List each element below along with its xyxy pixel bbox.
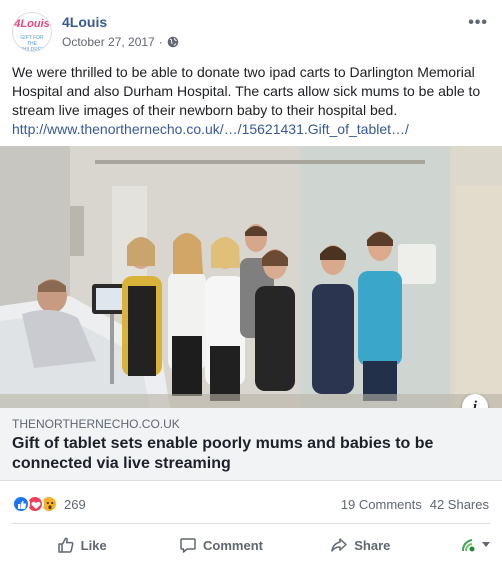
action-divider	[12, 523, 490, 524]
audience-selector[interactable]	[430, 536, 490, 554]
page-name-link[interactable]: 4Louis	[62, 14, 107, 30]
like-label: Like	[80, 537, 107, 553]
avatar-logo-subtext: GIFT FOR THE CHILDREN	[19, 35, 45, 52]
like-icon	[57, 537, 74, 553]
reaction-count[interactable]: 269	[64, 497, 86, 512]
link-preview-card[interactable]: THENORTHERNECHO.CO.UK Gift of tablet set…	[0, 408, 502, 481]
page-avatar[interactable]: 4Louis GIFT FOR THE CHILDREN	[12, 12, 52, 52]
like-reaction-icon	[12, 495, 30, 513]
more-options-icon[interactable]: •••	[468, 14, 488, 32]
facebook-post: 4Louis GIFT FOR THE CHILDREN 4Louis Octo…	[0, 0, 502, 567]
preview-domain: THENORTHERNECHO.CO.UK	[12, 417, 180, 431]
engagement-counts: 19 Comments 42 Shares	[341, 497, 489, 512]
comment-icon	[180, 538, 196, 553]
shares-count-link[interactable]: 42 Shares	[430, 497, 489, 512]
audience-icon	[461, 539, 475, 552]
comment-label: Comment	[203, 537, 263, 553]
post-message: We were thrilled to be able to donate tw…	[12, 63, 490, 139]
share-label: Share	[354, 537, 391, 553]
meta-separator: ·	[158, 35, 163, 49]
like-button[interactable]: Like	[12, 529, 151, 561]
comment-button[interactable]: Comment	[151, 529, 290, 561]
chevron-down-icon	[481, 542, 490, 547]
post-meta: October 27, 2017 ·	[62, 35, 179, 49]
avatar-logo-text: 4Louis	[14, 18, 50, 30]
share-button[interactable]: Share	[291, 529, 430, 561]
link-preview-image[interactable]	[0, 146, 502, 408]
globe-icon[interactable]	[167, 36, 179, 48]
preview-headline[interactable]: Gift of tablet sets enable poorly mums a…	[12, 434, 482, 474]
reactions-summary[interactable]: 269	[12, 495, 86, 513]
action-bar: Like Comment Share	[12, 528, 490, 562]
share-icon	[331, 538, 347, 552]
comments-count-link[interactable]: 19 Comments	[341, 497, 422, 512]
post-date[interactable]: October 27, 2017	[62, 35, 155, 49]
article-url-link[interactable]: http://www.thenorthernecho.co.uk/…/15621…	[12, 120, 490, 139]
post-body-text: We were thrilled to be able to donate tw…	[12, 64, 481, 118]
